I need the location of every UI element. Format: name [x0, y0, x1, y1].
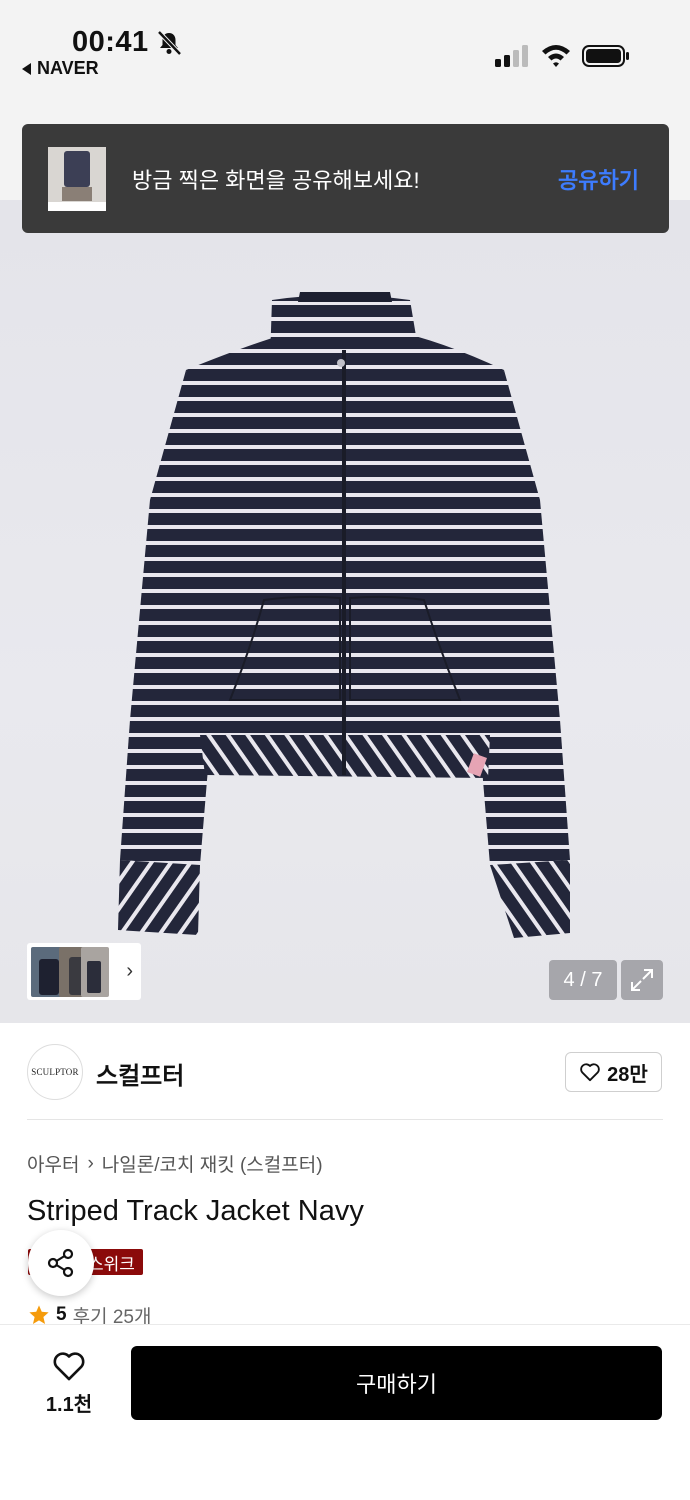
- heart-icon: [53, 1352, 85, 1381]
- share-toast: 방금 찍은 화면을 공유해보세요! 공유하기: [22, 124, 669, 233]
- toast-message: 방금 찍은 화면을 공유해보세요!: [132, 167, 420, 193]
- rating-summary[interactable]: 5 후기 25개: [28, 1304, 151, 1326]
- brand-like-button[interactable]: 28만: [565, 1052, 662, 1092]
- thumbnail-strip[interactable]: ›: [27, 943, 141, 1000]
- share-button[interactable]: [28, 1230, 94, 1296]
- brand-like-count: 28만: [607, 1063, 648, 1086]
- buy-button[interactable]: 구매하기: [131, 1346, 662, 1420]
- breadcrumb-item[interactable]: 나일론/코치 재킷 (스컬프터): [102, 1150, 323, 1177]
- chevron-right-icon: ›: [87, 1152, 94, 1174]
- brand-logo[interactable]: SCULPTOR: [27, 1044, 83, 1100]
- battery-icon: [582, 45, 629, 67]
- back-triangle-icon: [22, 62, 31, 75]
- divider: [27, 1119, 663, 1120]
- expand-icon: [631, 969, 653, 991]
- rating-score: 5: [56, 1304, 67, 1325]
- share-icon: [47, 1248, 74, 1278]
- review-count: 후기 25개: [72, 1306, 152, 1327]
- back-app-label: NAVER: [37, 58, 99, 78]
- wifi-icon: [542, 45, 570, 67]
- toast-share-button[interactable]: 공유하기: [558, 163, 639, 195]
- bell-slash-icon: [157, 30, 182, 56]
- breadcrumb-item[interactable]: 아우터: [27, 1150, 79, 1177]
- chevron-right-icon: ›: [126, 960, 133, 982]
- heart-icon: [580, 1063, 600, 1082]
- signal-icon: [495, 45, 528, 67]
- brand-name[interactable]: 스컬프터: [96, 1056, 184, 1091]
- thumbnail-image[interactable]: [81, 946, 109, 997]
- jacket-image: [118, 292, 570, 938]
- image-counter: 4 / 7: [549, 960, 617, 1000]
- wishlist-button[interactable]: 1.1천: [38, 1350, 100, 1417]
- screenshot-thumbnail: [48, 146, 106, 211]
- product-image[interactable]: › 4 / 7: [0, 200, 690, 1023]
- product-title: Striped Track Jacket Navy: [27, 1195, 364, 1227]
- wishlist-count: 1.1천: [45, 1394, 93, 1416]
- expand-button[interactable]: [621, 960, 663, 1000]
- breadcrumb: 아우터 › 나일론/코치 재킷 (스컬프터): [27, 1150, 323, 1177]
- star-icon: [29, 1305, 49, 1324]
- back-to-app-link[interactable]: NAVER: [22, 58, 99, 79]
- status-time: 00:41: [72, 26, 149, 58]
